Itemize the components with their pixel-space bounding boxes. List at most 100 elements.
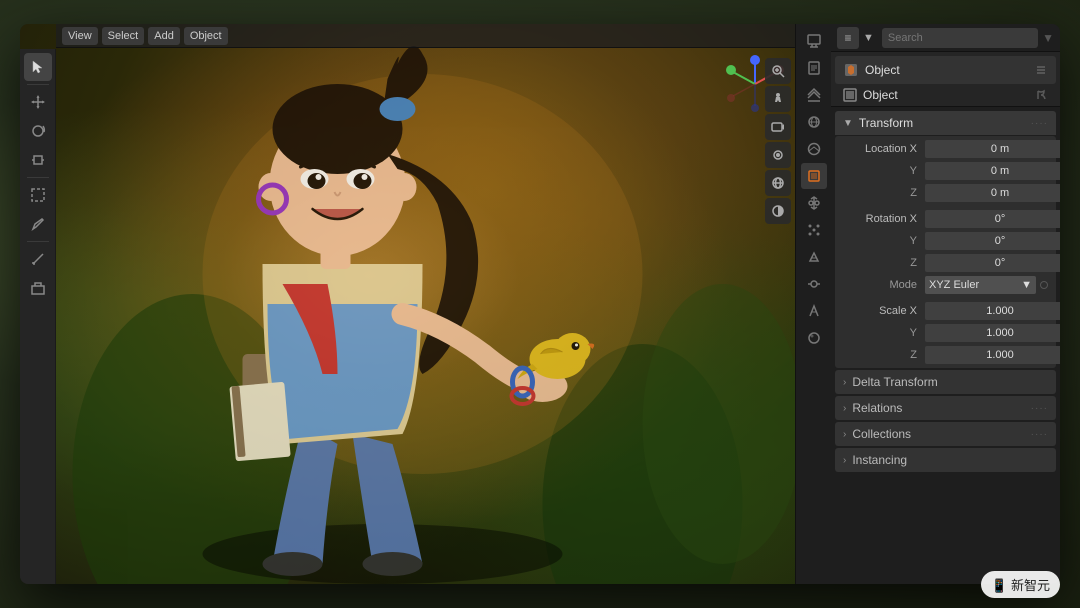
location-z-value-wrap: 🔒 xyxy=(925,184,1060,202)
blender-window: View Select Add Object xyxy=(20,24,1060,584)
location-y-value-wrap: 🔒 xyxy=(925,162,1060,180)
transform-arrow: ▼ xyxy=(843,118,853,129)
rotation-x-value-wrap: 🔒 xyxy=(925,210,1060,228)
transform-section-header[interactable]: ▼ Transform ···· xyxy=(835,111,1056,135)
properties-scroll-content: ▼ Transform ···· Location X xyxy=(831,107,1060,584)
tool-move[interactable] xyxy=(24,88,52,116)
active-object-row: Object xyxy=(835,86,1056,104)
tab-render[interactable] xyxy=(801,28,827,54)
viewport-walk-nav[interactable] xyxy=(765,86,791,112)
instancing-arrow: › xyxy=(843,455,846,466)
scale-y-row: Y 🔒 xyxy=(835,322,1056,344)
collections-section: › Collections ···· xyxy=(835,422,1056,446)
rotation-z-value-wrap: 🔒 xyxy=(925,254,1060,272)
location-x-value-wrap: 🔒 xyxy=(925,140,1060,158)
viewport-render[interactable] xyxy=(765,142,791,168)
transform-dots: ···· xyxy=(1031,118,1048,129)
rotation-x-label: Rotation X xyxy=(855,213,925,225)
tab-particles[interactable] xyxy=(801,217,827,243)
delta-transform-header[interactable]: › Delta Transform xyxy=(835,370,1056,394)
viewport-camera[interactable] xyxy=(765,114,791,140)
tool-add[interactable] xyxy=(24,274,52,302)
watermark-text: 📱 新智元 xyxy=(991,578,1050,593)
rotation-mode-label: Mode xyxy=(855,279,925,291)
location-z-label: Z xyxy=(855,187,925,199)
relations-arrow: › xyxy=(843,403,846,414)
tab-scene[interactable] xyxy=(801,109,827,135)
viewport-area[interactable]: View Select Add Object xyxy=(20,24,795,584)
tool-cursor[interactable] xyxy=(24,53,52,81)
panel-menu-btn[interactable]: ≡ xyxy=(837,27,859,49)
scale-x-label: Scale X xyxy=(855,305,925,317)
object-type-label: Object xyxy=(865,63,900,77)
location-y-input[interactable] xyxy=(925,162,1060,180)
scale-y-value-wrap: 🔒 xyxy=(925,324,1060,342)
collections-title: Collections xyxy=(852,427,911,441)
select-menu[interactable]: Select xyxy=(102,27,145,45)
character-scene xyxy=(20,24,795,584)
transform-section: ▼ Transform ···· Location X xyxy=(835,111,1056,368)
scale-z-row: Z 🔒 xyxy=(835,344,1056,366)
collections-arrow: › xyxy=(843,429,846,440)
tab-modifiers[interactable] xyxy=(801,190,827,216)
view-menu[interactable]: View xyxy=(62,27,98,45)
properties-main: ≡ ▼ ▼ Object Object xyxy=(831,24,1060,584)
sidebar-icons xyxy=(20,49,56,584)
tab-material[interactable] xyxy=(801,325,827,351)
rotation-z-input[interactable] xyxy=(925,254,1060,272)
rotation-mode-keyframe[interactable] xyxy=(1040,281,1048,289)
location-y-label: Y xyxy=(855,165,925,177)
tab-physics[interactable] xyxy=(801,244,827,270)
location-x-input[interactable] xyxy=(925,140,1060,158)
tool-scale[interactable] xyxy=(24,146,52,174)
scale-z-label: Z xyxy=(855,349,925,361)
tab-output[interactable] xyxy=(801,55,827,81)
viewport-zoom-in[interactable] xyxy=(765,58,791,84)
tool-separator-1 xyxy=(27,84,49,85)
tab-constraints[interactable] xyxy=(801,271,827,297)
object-menu[interactable]: Object xyxy=(184,27,228,45)
rotation-y-row: Y 🔒 xyxy=(835,230,1056,252)
tool-transform[interactable] xyxy=(24,181,52,209)
viewport-header: View Select Add Object xyxy=(56,24,795,48)
tab-view-layer[interactable] xyxy=(801,82,827,108)
add-menu[interactable]: Add xyxy=(148,27,180,45)
tool-measure[interactable] xyxy=(24,245,52,273)
tool-rotate[interactable] xyxy=(24,117,52,145)
instancing-header[interactable]: › Instancing xyxy=(835,448,1056,472)
collections-header[interactable]: › Collections ···· xyxy=(835,422,1056,446)
scale-y-input[interactable] xyxy=(925,324,1060,342)
instancing-title: Instancing xyxy=(852,453,907,467)
tool-annotate[interactable] xyxy=(24,210,52,238)
location-x-label: Location X xyxy=(855,143,925,155)
relations-dots: ···· xyxy=(1031,403,1048,414)
transform-title: Transform xyxy=(859,116,913,130)
rotation-mode-select[interactable]: XYZ Euler ▼ xyxy=(925,276,1036,294)
viewport-shading[interactable] xyxy=(765,198,791,224)
location-x-row: Location X 🔒 xyxy=(835,138,1056,160)
rotation-z-row: Z 🔒 xyxy=(835,252,1056,274)
delta-transform-section: › Delta Transform xyxy=(835,370,1056,394)
properties-search[interactable] xyxy=(882,28,1038,48)
tool-separator-2 xyxy=(27,177,49,178)
tab-object[interactable] xyxy=(801,163,827,189)
scale-z-input[interactable] xyxy=(925,346,1060,364)
rotation-mode-arrow: ▼ xyxy=(1021,279,1032,291)
tab-world[interactable] xyxy=(801,136,827,162)
delta-transform-title: Delta Transform xyxy=(852,375,937,389)
scale-x-input[interactable] xyxy=(925,302,1060,320)
viewport-overlays[interactable] xyxy=(765,170,791,196)
tab-data[interactable] xyxy=(801,298,827,324)
panel-header: ≡ ▼ ▼ xyxy=(831,24,1060,52)
rotation-y-value-wrap: 🔒 xyxy=(925,232,1060,250)
rotation-y-input[interactable] xyxy=(925,232,1060,250)
delta-transform-arrow: › xyxy=(843,377,846,388)
rotation-x-input[interactable] xyxy=(925,210,1060,228)
relations-header[interactable]: › Relations ···· xyxy=(835,396,1056,420)
location-z-input[interactable] xyxy=(925,184,1060,202)
scale-z-value-wrap: 🔒 xyxy=(925,346,1060,364)
viewport-right-toolbar xyxy=(761,54,795,584)
location-y-row: Y 🔒 xyxy=(835,160,1056,182)
outer-background: View Select Add Object xyxy=(0,0,1080,608)
active-object-name: Object xyxy=(863,88,1028,102)
